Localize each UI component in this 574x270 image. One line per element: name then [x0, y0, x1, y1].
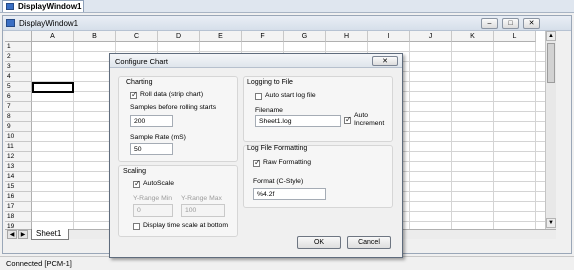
restore-button[interactable]: □ — [502, 18, 519, 29]
sample-rate-label: Sample Rate (mS) — [130, 134, 186, 141]
row-header[interactable]: 7 — [5, 102, 32, 112]
row-header[interactable]: 16 — [5, 192, 32, 202]
auto-start-checkbox[interactable] — [255, 93, 262, 100]
sample-rate-input[interactable]: 50 — [130, 143, 173, 155]
charting-heading: Charting — [126, 79, 153, 86]
format-label: Format (C-Style) — [253, 178, 304, 185]
row-header[interactable]: 17 — [5, 202, 32, 212]
row-header[interactable]: 12 — [5, 152, 32, 162]
status-bar: Connected [PCM-1] — [0, 256, 574, 270]
scroll-thumb[interactable] — [547, 43, 555, 83]
column-header[interactable]: J — [410, 31, 452, 42]
ymax-input[interactable]: 100 — [181, 204, 225, 217]
configure-chart-dialog: Configure Chart ✕ Charting Roll data (st… — [109, 53, 403, 258]
logging-heading: Logging to File — [247, 79, 293, 86]
close-button[interactable]: ✕ — [523, 18, 540, 29]
time-scale-label: Display time scale at bottom — [143, 222, 228, 229]
scroll-up-icon[interactable]: ▲ — [546, 31, 556, 41]
scaling-heading: Scaling — [123, 168, 146, 175]
selected-cell[interactable] — [32, 82, 74, 93]
roll-data-checkbox[interactable] — [130, 90, 138, 99]
row-header[interactable]: 13 — [5, 162, 32, 172]
ok-button[interactable]: OK — [297, 236, 341, 249]
column-header[interactable]: I — [368, 31, 410, 42]
autoscale-label: AutoScale — [143, 180, 174, 187]
auto-increment-checkbox[interactable] — [344, 115, 352, 124]
row-header[interactable]: 5 — [5, 82, 32, 92]
row-header[interactable]: 4 — [5, 72, 32, 82]
column-header[interactable]: G — [284, 31, 326, 42]
roll-data-label: Roll data (strip chart) — [140, 91, 204, 98]
window-titlebar: DisplayWindow1 ‒ □ ✕ — [3, 16, 571, 31]
auto-increment-label-1: Auto — [354, 112, 368, 119]
ymin-label: Y-Range Min — [133, 195, 173, 202]
log-format-heading: Log File Formatting — [247, 145, 308, 152]
dialog-titlebar: Configure Chart ✕ — [110, 54, 402, 68]
ymin-input[interactable]: 0 — [133, 204, 173, 217]
row-header[interactable]: 19 — [5, 222, 32, 229]
row-header[interactable]: 6 — [5, 92, 32, 102]
row-header[interactable]: 1 — [5, 42, 32, 52]
document-tab-label: DisplayWindow1 — [18, 2, 82, 11]
status-text: Connected [PCM-1] — [6, 259, 72, 268]
cancel-button[interactable]: Cancel — [347, 236, 391, 249]
vertical-scrollbar[interactable]: ▲ ▼ — [545, 31, 556, 229]
row-header[interactable]: 3 — [5, 62, 32, 72]
scroll-down-icon[interactable]: ▼ — [546, 218, 556, 228]
samples-label: Samples before rolling starts — [130, 104, 217, 111]
samples-input[interactable]: 200 — [130, 115, 173, 127]
filename-input[interactable]: Sheet1.log — [255, 115, 341, 127]
row-header[interactable]: 2 — [5, 52, 32, 62]
column-header[interactable]: B — [74, 31, 116, 42]
row-header[interactable]: 11 — [5, 142, 32, 152]
raw-formatting-checkbox[interactable] — [253, 158, 261, 167]
format-input[interactable]: %4.2f — [253, 188, 326, 200]
auto-increment-label-2: Increment — [354, 120, 385, 127]
row-header[interactable]: 9 — [5, 122, 32, 132]
filename-label: Filename — [255, 107, 283, 114]
prev-sheet-icon[interactable]: ◀ — [7, 230, 17, 239]
column-header[interactable]: F — [242, 31, 284, 42]
column-header[interactable]: D — [158, 31, 200, 42]
row-header[interactable]: 18 — [5, 212, 32, 222]
next-sheet-icon[interactable]: ▶ — [18, 230, 28, 239]
row-header[interactable]: 15 — [5, 182, 32, 192]
column-header[interactable]: H — [326, 31, 368, 42]
column-header[interactable]: K — [452, 31, 494, 42]
auto-start-label: Auto start log file — [265, 92, 316, 99]
column-header[interactable]: A — [32, 31, 74, 42]
minimize-button[interactable]: ‒ — [481, 18, 498, 29]
row-header[interactable]: 10 — [5, 132, 32, 142]
raw-formatting-label: Raw Formatting — [263, 159, 311, 166]
column-header[interactable]: L — [494, 31, 536, 42]
ymax-label: Y-Range Max — [181, 195, 222, 202]
dialog-close-button[interactable]: ✕ — [372, 56, 398, 66]
row-header[interactable]: 14 — [5, 172, 32, 182]
document-tab[interactable]: DisplayWindow1 — [2, 0, 84, 12]
row-header[interactable]: 8 — [5, 112, 32, 122]
column-header[interactable]: E — [200, 31, 242, 42]
window-icon — [6, 3, 14, 10]
autoscale-checkbox[interactable] — [133, 179, 141, 188]
column-header[interactable]: C — [116, 31, 158, 42]
dialog-title: Configure Chart — [115, 57, 168, 66]
app-tab-strip: DisplayWindow1 — [0, 0, 574, 13]
sheet-tab[interactable]: Sheet1 — [31, 229, 69, 240]
time-scale-checkbox[interactable] — [133, 223, 140, 230]
window-icon — [6, 19, 15, 27]
window-title: DisplayWindow1 — [19, 19, 79, 28]
select-all-corner[interactable] — [5, 31, 32, 42]
